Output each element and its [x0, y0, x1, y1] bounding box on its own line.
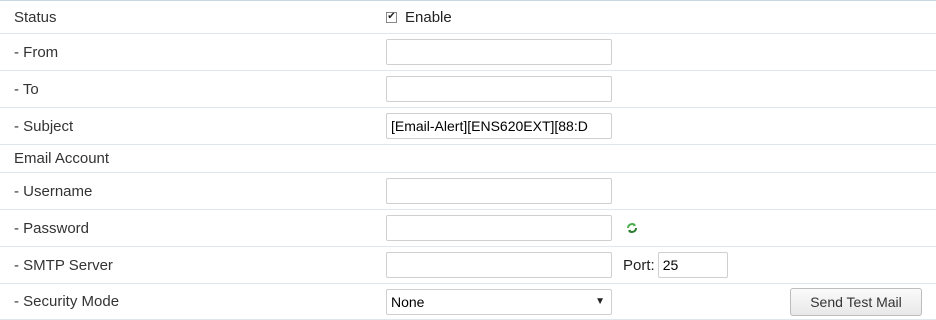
subject-row: - Subject	[0, 108, 936, 145]
from-row: - From	[0, 34, 936, 71]
username-input[interactable]	[386, 178, 612, 204]
password-row: - Password	[0, 210, 936, 247]
port-label: Port:	[623, 256, 655, 274]
status-value: ✔ Enable	[386, 1, 452, 33]
to-row: - To	[0, 71, 936, 108]
security-mode-selected: None	[391, 293, 425, 310]
port-group: Port:	[623, 247, 728, 283]
send-test-mail-button[interactable]: Send Test Mail	[790, 288, 922, 316]
password-input[interactable]	[386, 215, 612, 241]
security-mode-row: - Security Mode None ▼ Send Test Mail	[0, 284, 936, 320]
password-label: - Password	[14, 219, 90, 237]
refresh-icon[interactable]	[626, 210, 638, 246]
security-mode-select[interactable]: None ▼	[386, 288, 612, 315]
port-input[interactable]	[657, 252, 728, 278]
username-label: - Username	[14, 182, 93, 200]
to-label: - To	[14, 80, 39, 98]
email-account-heading: Email Account	[14, 150, 110, 167]
from-label: - From	[14, 43, 59, 61]
subject-input[interactable]	[386, 113, 612, 139]
username-row: - Username	[0, 173, 936, 210]
email-alert-form: Status ✔ Enable - From - To - Subject Em…	[0, 0, 936, 320]
enable-checkbox[interactable]: ✔	[386, 11, 397, 23]
status-row: Status ✔ Enable	[0, 1, 936, 34]
subject-label: - Subject	[14, 117, 74, 135]
to-input[interactable]	[386, 76, 612, 102]
smtp-server-label: - SMTP Server	[14, 256, 113, 274]
chevron-down-icon: ▼	[595, 295, 605, 307]
from-input[interactable]	[386, 39, 612, 65]
status-label: Status	[14, 8, 57, 26]
smtp-server-row: - SMTP Server Port:	[0, 247, 936, 284]
enable-label: Enable	[405, 8, 452, 26]
smtp-server-input[interactable]	[386, 252, 612, 278]
email-account-section: Email Account	[0, 145, 936, 173]
